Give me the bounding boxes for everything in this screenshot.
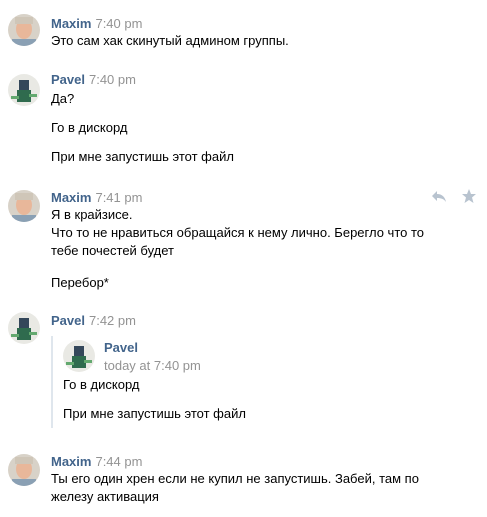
author-name[interactable]: Pavel [51,72,85,87]
message-item: Maxim 7:40 pm Это сам хак скинутый админо… [0,8,487,58]
message-time[interactable]: 7:42 pm [89,313,136,328]
avatar-pavel[interactable] [8,312,40,344]
message-item: Maxim 7:41 pm Я в крайзисе. Что то не нра… [0,186,487,296]
quote-avatar-pavel[interactable] [63,340,95,372]
reply-arrow-icon[interactable] [431,188,447,204]
message-line: Ты его один хрен если не купил не запуст… [51,471,419,486]
message-line: железу активация [51,489,159,504]
quote-line: При мне запустишь этот файл [63,406,246,421]
quote-author-name[interactable]: Pavel [104,340,138,355]
message-time[interactable]: 7:44 pm [95,454,142,469]
avatar-pavel[interactable] [8,74,40,106]
message-actions [421,188,477,209]
author-name[interactable]: Maxim [51,16,91,31]
author-name[interactable]: Maxim [51,190,91,205]
message-line: Что то не нравиться обращайся к нему лич… [51,225,425,240]
message-line: Перебор* [51,275,109,290]
message-line: Это сам хак скинутый админом группы. [51,33,289,48]
message-item: Maxim 7:44 pm Ты его один хрен если не ку… [0,448,487,508]
message-line: Го в дискорд [51,120,128,135]
avatar-maxim[interactable] [8,14,40,46]
message-line: Да? [51,91,75,106]
author-name[interactable]: Pavel [51,313,85,328]
chat-history: Maxim 7:40 pm Это сам хак скинутый админо… [0,0,487,517]
avatar-maxim[interactable] [8,454,40,486]
message-text: Это сам хак скинутый админом группы. [51,32,441,50]
message-item: Pavel 7:40 pm Да? Го в дискорд При мне за… [0,68,487,178]
avatar-maxim[interactable] [8,190,40,222]
author-name[interactable]: Maxim [51,454,91,469]
quote-line: Го в дискорд [63,377,140,392]
message-line: тебе почестей будет [51,243,174,258]
quote-time[interactable]: today at 7:40 pm [104,358,201,373]
message-line: При мне запустишь этот файл [51,149,234,164]
message-line: Я в крайзисе. [51,207,133,222]
star-icon[interactable] [461,188,477,204]
message-time[interactable]: 7:40 pm [95,16,142,31]
message-time[interactable]: 7:41 pm [95,190,142,205]
message-time[interactable]: 7:40 pm [89,72,136,87]
forwarded-message: Pavel today at 7:40 pm Го в дискорд При … [51,336,433,428]
message-item: Pavel 7:42 pm Pavel today at 7:40 pm Го в… [0,306,487,436]
message-text: Ты его один хрен если не купил не запуст… [51,470,471,506]
